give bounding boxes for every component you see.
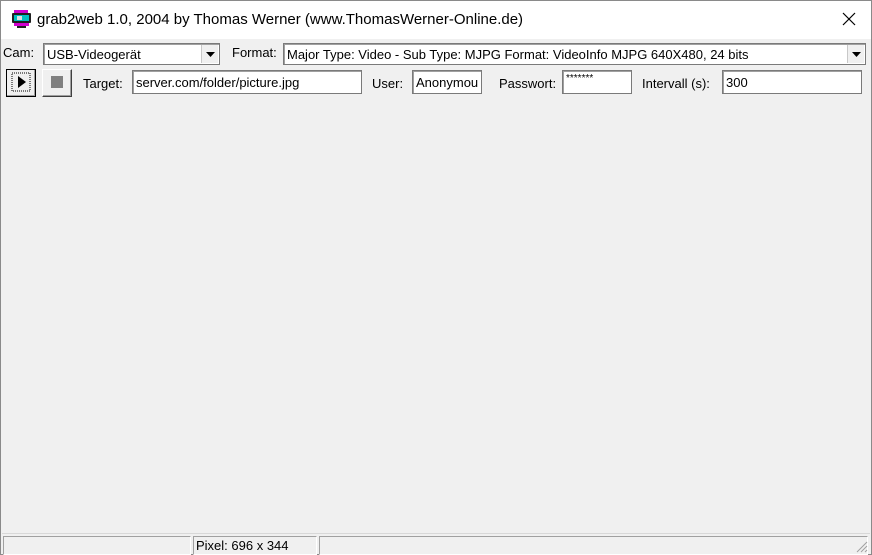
close-button[interactable]	[827, 1, 871, 39]
chevron-down-icon[interactable]	[201, 45, 218, 63]
cam-label: Cam:	[3, 45, 35, 60]
target-input[interactable]: server.com/folder/picture.jpg	[132, 70, 362, 94]
window-title: grab2web 1.0, 2004 by Thomas Werner (www…	[37, 11, 524, 28]
webcam-app-icon	[11, 10, 33, 28]
password-input[interactable]: *******	[562, 70, 632, 94]
target-label: Target:	[83, 76, 123, 91]
status-pane-pixel: Pixel: 696 x 344	[193, 536, 317, 555]
status-bar: Pixel: 696 x 344	[2, 533, 870, 555]
interval-input[interactable]: 300	[722, 70, 862, 94]
chevron-down-icon[interactable]	[847, 45, 864, 63]
cam-select[interactable]: USB-Videogerät	[43, 43, 220, 65]
password-label: Passwort:	[499, 76, 557, 91]
pixel-size-text: Pixel: 696 x 344	[196, 538, 289, 553]
user-input-value: Anonymou	[416, 75, 479, 90]
status-pane-1	[3, 536, 191, 555]
format-label: Format:	[232, 45, 277, 60]
stop-button[interactable]	[42, 69, 72, 97]
close-icon	[842, 12, 856, 29]
format-select[interactable]: Major Type: Video - Sub Type: MJPG Forma…	[283, 43, 866, 65]
title-bar[interactable]: grab2web 1.0, 2004 by Thomas Werner (www…	[1, 1, 871, 39]
user-label: User:	[372, 76, 404, 91]
target-input-value: server.com/folder/picture.jpg	[136, 75, 300, 90]
cam-select-value: USB-Videogerät	[47, 47, 141, 62]
stop-icon	[50, 75, 64, 92]
interval-label: Intervall (s):	[642, 76, 710, 91]
resize-grip-icon[interactable]	[854, 539, 868, 553]
format-select-value: Major Type: Video - Sub Type: MJPG Forma…	[287, 47, 749, 62]
play-icon	[11, 72, 31, 95]
app-window: grab2web 1.0, 2004 by Thomas Werner (www…	[0, 0, 872, 555]
status-pane-3	[319, 536, 868, 555]
video-preview-area	[2, 101, 870, 531]
start-button[interactable]	[6, 69, 36, 97]
password-input-value: *******	[566, 73, 594, 84]
interval-input-value: 300	[726, 75, 748, 90]
user-input[interactable]: Anonymou	[412, 70, 482, 94]
